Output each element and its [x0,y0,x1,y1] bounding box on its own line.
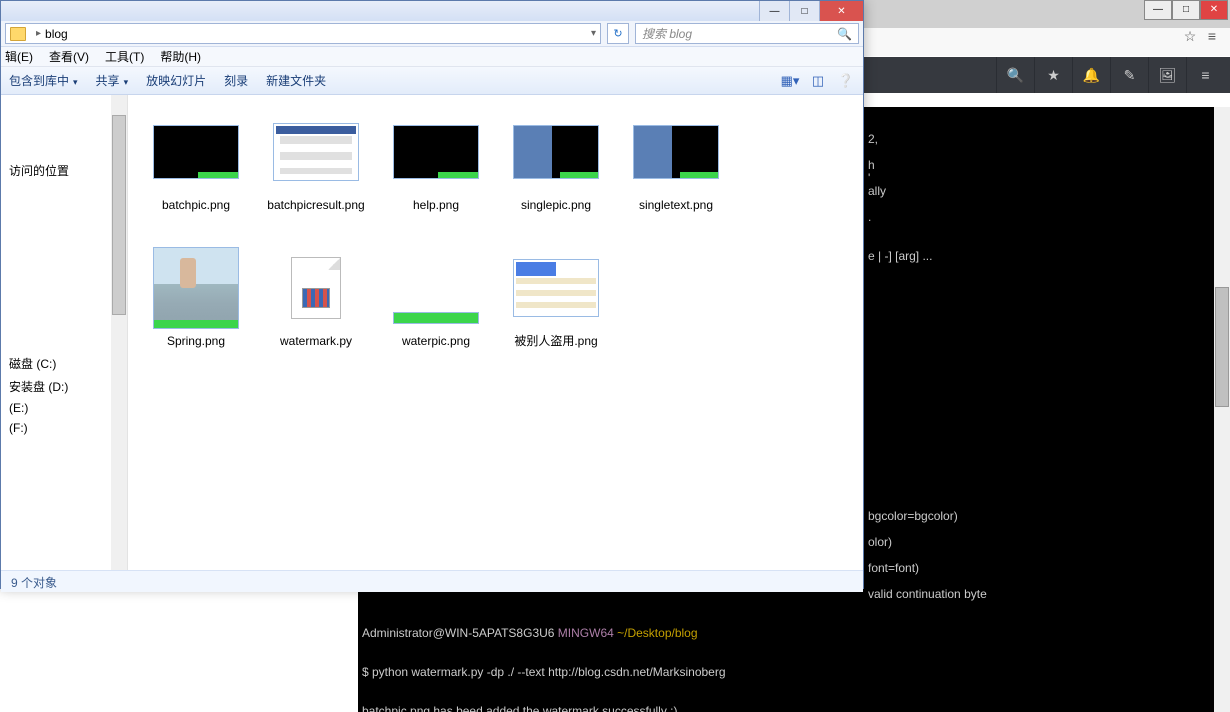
file-name-label: singletext.png [639,198,713,212]
file-thumbnail [151,109,241,194]
sidebar-scrollbar[interactable] [111,95,127,570]
scroll-thumb[interactable] [1215,287,1229,407]
browser-right-icons: ☆ ≡ [1180,26,1222,46]
prompt-path: ~/Desktop/blog [617,626,697,640]
image-icon[interactable]: 🖼 [1148,57,1186,93]
file-thumbnail [511,109,601,194]
file-item[interactable]: waterpic.png [378,241,494,373]
star-icon[interactable]: ☆ [1180,26,1200,46]
address-bar[interactable]: ▸ blog ▾ [5,23,601,44]
file-thumbnail [271,109,361,194]
file-name-label: batchpicresult.png [267,198,364,212]
file-thumbnail [391,109,481,194]
file-thumbnail [511,245,601,330]
search-icon[interactable]: 🔍 [837,27,852,41]
terminal-output: batchpic.png has beed added the watermar… [358,705,1230,712]
star-icon[interactable]: ★ [1034,57,1072,93]
file-item[interactable]: singletext.png [618,105,734,237]
terminal-command: $ python watermark.py -dp ./ --text http… [358,666,1230,679]
sidebar-disk-d[interactable]: 安装盘 (D:) [1,375,127,398]
search-input[interactable]: 搜索 blog 🔍 [635,23,859,44]
explorer-titlebar[interactable]: — □ ✕ [1,1,863,21]
chevron-down-icon[interactable]: ▾ [591,28,596,39]
explorer-menubar: 辑(E) 查看(V) 工具(T) 帮助(H) [1,47,863,67]
sidebar-disk-c[interactable]: 磁盘 (C:) [1,352,127,375]
file-name-label: batchpic.png [162,198,230,212]
explorer-address-row: ▸ blog ▾ ↻ 搜索 blog 🔍 [1,21,863,47]
explorer-statusbar: 9 个对象 [1,570,863,592]
prompt-mingw: MINGW64 [554,626,617,640]
file-item[interactable]: batchpicresult.png [258,105,374,237]
close-button[interactable]: ✕ [819,1,863,21]
file-name-label: singlepic.png [521,198,591,212]
explorer-body: 访问的位置 磁盘 (C:) 安装盘 (D:) (E:) (F:) batchpi… [1,95,863,570]
explorer-toolbar: 包含到库中 共享 放映幻灯片 刻录 新建文件夹 ▦▾ ◫ ❔ [1,67,863,95]
file-grid[interactable]: batchpic.png batchpicresult.png help.png si… [128,95,863,570]
view-options-icon[interactable]: ▦▾ [779,71,801,91]
maximize-button[interactable]: □ [789,1,819,21]
bg-close-button[interactable]: ✕ [1200,0,1228,20]
file-item[interactable]: help.png [378,105,494,237]
breadcrumb-folder[interactable]: blog [45,27,68,41]
preview-pane-icon[interactable]: ◫ [807,71,829,91]
hamburger-icon[interactable]: ≡ [1186,57,1224,93]
minimize-button[interactable]: — [759,1,789,21]
file-item[interactable]: 被别人盗用.png [498,241,614,373]
file-thumbnail [631,109,721,194]
explorer-window: — □ ✕ ▸ blog ▾ ↻ 搜索 blog 🔍 辑(E) 查看(V) 工具… [0,0,864,589]
toolbar-new-folder[interactable]: 新建文件夹 [266,72,326,89]
explorer-window-controls: — □ ✕ [759,1,863,21]
file-name-label: 被别人盗用.png [514,334,597,348]
toolbar-slideshow[interactable]: 放映幻灯片 [146,72,206,89]
menu-edit[interactable]: 辑(E) [5,48,33,65]
menu-icon[interactable]: ≡ [1202,26,1222,46]
bg-minimize-button[interactable]: — [1144,0,1172,20]
file-name-label: waterpic.png [402,334,470,348]
help-icon[interactable]: ❔ [835,71,857,91]
bg-maximize-button[interactable]: □ [1172,0,1200,20]
toolbar-burn[interactable]: 刻录 [224,72,248,89]
file-item[interactable]: batchpic.png [138,105,254,237]
file-thumbnail [391,245,481,330]
search-icon[interactable]: 🔍 [996,57,1034,93]
folder-icon [10,27,26,41]
breadcrumb-sep-icon: ▸ [36,28,41,39]
toolbar-include-library[interactable]: 包含到库中 [9,72,78,89]
file-name-label: help.png [413,198,459,212]
refresh-button[interactable]: ↻ [607,23,629,44]
menu-tools[interactable]: 工具(T) [105,48,144,65]
prompt-user: Administrator@WIN-5APATS8G3U6 [362,626,554,640]
terminal-scrollbar[interactable] [1214,107,1230,712]
search-placeholder: 搜索 blog [642,25,692,42]
file-thumbnail [271,245,361,330]
bell-icon[interactable]: 🔔 [1072,57,1110,93]
menu-view[interactable]: 查看(V) [49,48,89,65]
sidebar-scroll-thumb[interactable] [112,115,126,315]
file-name-label: Spring.png [167,334,225,348]
file-item[interactable]: singlepic.png [498,105,614,237]
toolbar-share[interactable]: 共享 [96,72,129,89]
file-item[interactable]: watermark.py [258,241,374,373]
sidebar-disk-e[interactable]: (E:) [1,398,127,418]
menu-help[interactable]: 帮助(H) [160,48,201,65]
status-object-count: 9 个对象 [11,576,57,590]
file-item[interactable]: Spring.png [138,241,254,373]
bg-window-controls: — □ ✕ [1144,0,1228,20]
edit-icon[interactable]: ✎ [1110,57,1148,93]
sidebar-disk-f[interactable]: (F:) [1,418,127,438]
explorer-sidebar: 访问的位置 磁盘 (C:) 安装盘 (D:) (E:) (F:) [1,95,128,570]
file-name-label: watermark.py [280,334,352,348]
sidebar-recent-locations[interactable]: 访问的位置 [1,159,127,182]
file-thumbnail [151,245,241,330]
